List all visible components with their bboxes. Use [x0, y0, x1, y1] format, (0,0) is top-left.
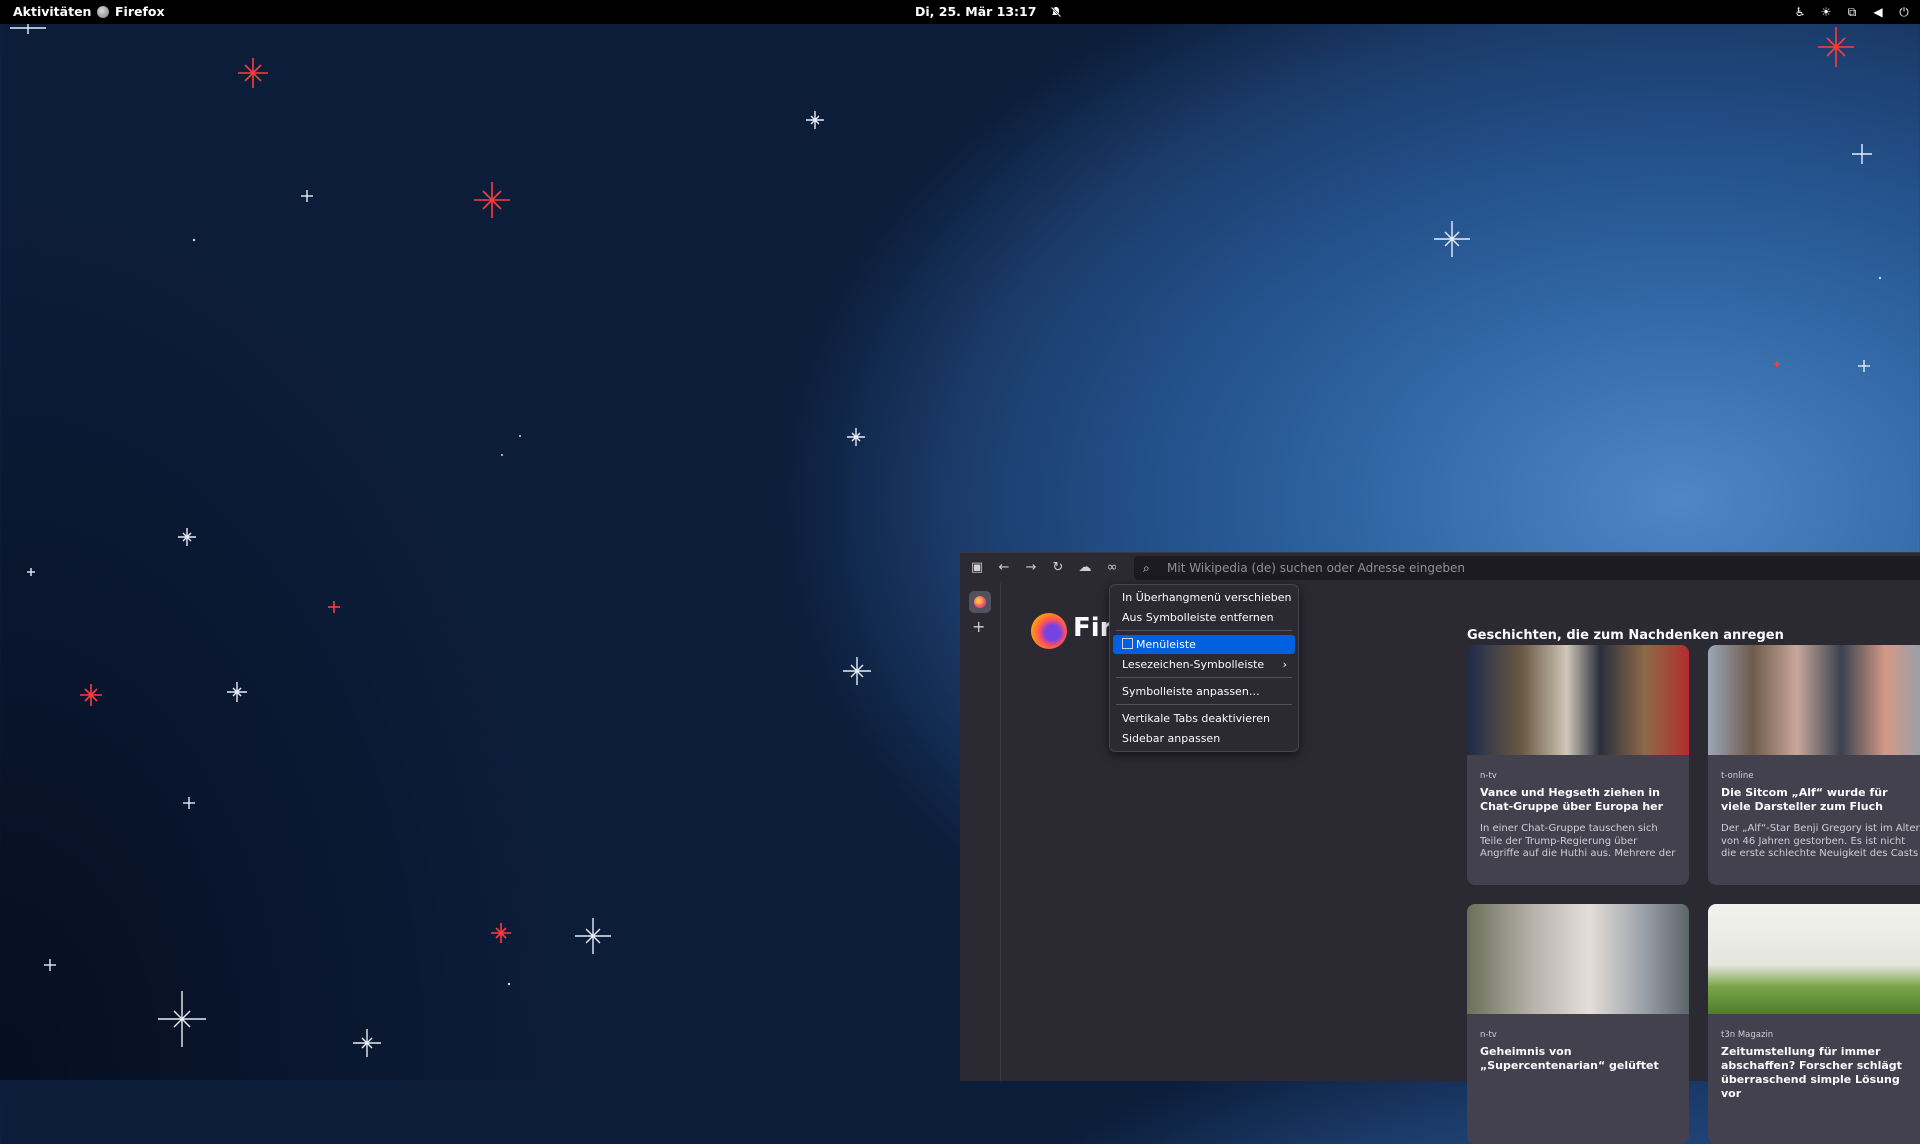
- url-bar[interactable]: ⌕ Mit Wikipedia (de) suchen oder Adresse…: [1134, 556, 1920, 580]
- star-dot: [519, 435, 521, 437]
- menu-separator: [1116, 630, 1292, 631]
- story-card[interactable]: n-tv Vance und Hegseth ziehen in Chat-Gr…: [1467, 645, 1689, 885]
- clock-button[interactable]: Di, 25. Mär 13:17: [915, 0, 1063, 24]
- menu-item-customize-toolbar[interactable]: Symbolleiste anpassen…: [1113, 682, 1295, 701]
- chevron-right-icon: ›: [1282, 658, 1287, 671]
- star-red: [328, 601, 340, 613]
- star-white: [27, 568, 35, 576]
- star-white: [575, 918, 611, 954]
- menu-item-remove-from-toolbar[interactable]: Aus Symbolleiste entfernen: [1113, 608, 1295, 627]
- star-dot: [507, 982, 511, 986]
- star-red: [238, 58, 268, 88]
- story-title: Zeitumstellung für immer abschaffen? For…: [1721, 1045, 1902, 1100]
- star-dot: [501, 454, 503, 456]
- activities-button[interactable]: Aktivitäten: [13, 0, 91, 24]
- star-white: [178, 528, 196, 546]
- vertical-tabs-sidebar: +: [960, 583, 1001, 1081]
- firefox-icon: [97, 6, 109, 18]
- story-source: t-online: [1721, 771, 1754, 781]
- star-white: [843, 657, 871, 685]
- star-red: [474, 182, 510, 218]
- story-card[interactable]: t3n Magazin Zeitumstellung für immer abs…: [1708, 904, 1920, 1144]
- star-white: [44, 959, 56, 971]
- menu-item-customize-sidebar[interactable]: Sidebar anpassen: [1113, 729, 1295, 748]
- story-image: [1708, 645, 1920, 755]
- story-image: [1708, 904, 1920, 1014]
- firefox-logo-icon: [1031, 613, 1067, 649]
- extension-icon[interactable]: ∞: [1101, 558, 1123, 578]
- story-title: Vance und Hegseth ziehen in Chat-Gruppe …: [1480, 786, 1664, 813]
- bell-off-icon: [1050, 6, 1063, 18]
- menu-item-label: Lesezeichen-Symbolleiste: [1122, 658, 1265, 671]
- stories-heading: Geschichten, die zum Nachdenken anregen: [1467, 628, 1784, 643]
- app-name: Firefox: [115, 4, 165, 19]
- menu-item-move-to-overflow[interactable]: In Überhangmenü verschieben: [1113, 588, 1295, 607]
- star-red: [1774, 361, 1780, 367]
- star-red: [491, 923, 511, 943]
- brand-wordmark: Fir: [1073, 613, 1113, 643]
- navigation-toolbar[interactable]: ▣ ← → ↻ ☁ ∞ ⌕ Mit Wikipedia (de) suchen …: [960, 553, 1920, 583]
- app-menu-button[interactable]: Firefox: [97, 0, 165, 24]
- system-tray[interactable]: ♿ ☀ ⧉ ◀ ⏻: [1792, 0, 1912, 24]
- power-icon[interactable]: ⏻: [1896, 5, 1912, 20]
- star-white: [183, 797, 195, 809]
- menu-item-disable-vertical-tabs[interactable]: Vertikale Tabs deaktivieren: [1113, 709, 1295, 728]
- star-red: [80, 684, 102, 706]
- search-icon: ⌕: [1143, 561, 1150, 575]
- story-image: [1467, 904, 1689, 1014]
- star-dot: [1878, 276, 1882, 280]
- top-bar: Aktivitäten Firefox Di, 25. Mär 13:17 ♿ …: [0, 0, 1920, 24]
- star-white: [1858, 360, 1870, 372]
- star-white: [158, 991, 206, 1047]
- story-source: n-tv: [1480, 771, 1497, 781]
- story-source: t3n Magazin: [1721, 1030, 1774, 1040]
- star-white: [847, 428, 865, 446]
- story-card[interactable]: n-tv Geheimnis von „Supercentenarian“ ge…: [1467, 904, 1689, 1144]
- story-title: Geheimnis von „Supercentenarian“ gelüfte…: [1480, 1045, 1659, 1072]
- date-time: Di, 25. Mär 13:17: [915, 4, 1037, 19]
- story-image: [1467, 645, 1689, 755]
- toolbar-context-menu: In Überhangmenü verschieben Aus Symbolle…: [1109, 584, 1299, 752]
- sidebar-toggle-icon[interactable]: ▣: [966, 558, 988, 578]
- story-excerpt: In einer Chat-Gruppe tauschen sich Teile…: [1480, 823, 1676, 861]
- new-tab-button[interactable]: +: [972, 617, 985, 636]
- network-icon[interactable]: ⧉: [1844, 5, 1860, 20]
- star-white: [227, 682, 247, 702]
- back-icon[interactable]: ←: [993, 558, 1015, 578]
- menu-item-menubar[interactable]: Menüleiste: [1113, 635, 1295, 654]
- menu-item-bookmarks-toolbar[interactable]: Lesezeichen-Symbolleiste ›: [1113, 655, 1295, 674]
- accessibility-icon[interactable]: ♿: [1792, 5, 1808, 19]
- star-red: [1818, 27, 1854, 67]
- star-white: [1434, 221, 1470, 257]
- url-placeholder: Mit Wikipedia (de) suchen oder Adresse e…: [1167, 561, 1465, 575]
- star-white: [1852, 144, 1872, 164]
- story-title: Die Sitcom „Alf“ wurde für viele Darstel…: [1721, 786, 1888, 813]
- star-white: [353, 1029, 381, 1057]
- menu-item-label: Menüleiste: [1136, 638, 1196, 651]
- brightness-icon[interactable]: ☀: [1818, 5, 1834, 19]
- volume-icon[interactable]: ◀: [1870, 5, 1886, 19]
- star-white: [806, 111, 824, 129]
- star-dot: [192, 238, 196, 242]
- forward-icon[interactable]: →: [1020, 558, 1042, 578]
- tab-firefox-home[interactable]: [969, 591, 991, 613]
- story-card[interactable]: t-online Die Sitcom „Alf“ wurde für viel…: [1708, 645, 1920, 885]
- reload-icon[interactable]: ↻: [1047, 558, 1069, 578]
- firefox-window: ▣ ← → ↻ ☁ ∞ ⌕ Mit Wikipedia (de) suchen …: [960, 552, 1920, 1144]
- checkbox-icon: [1122, 638, 1133, 649]
- menu-separator: [1116, 704, 1292, 705]
- menu-separator: [1116, 677, 1292, 678]
- story-source: n-tv: [1480, 1030, 1497, 1040]
- story-excerpt: Der „Alf“-Star Benji Gregory ist im Alte…: [1721, 823, 1920, 861]
- star-white: [301, 190, 313, 202]
- firefox-icon: [974, 596, 986, 608]
- account-icon[interactable]: ☁: [1074, 558, 1096, 578]
